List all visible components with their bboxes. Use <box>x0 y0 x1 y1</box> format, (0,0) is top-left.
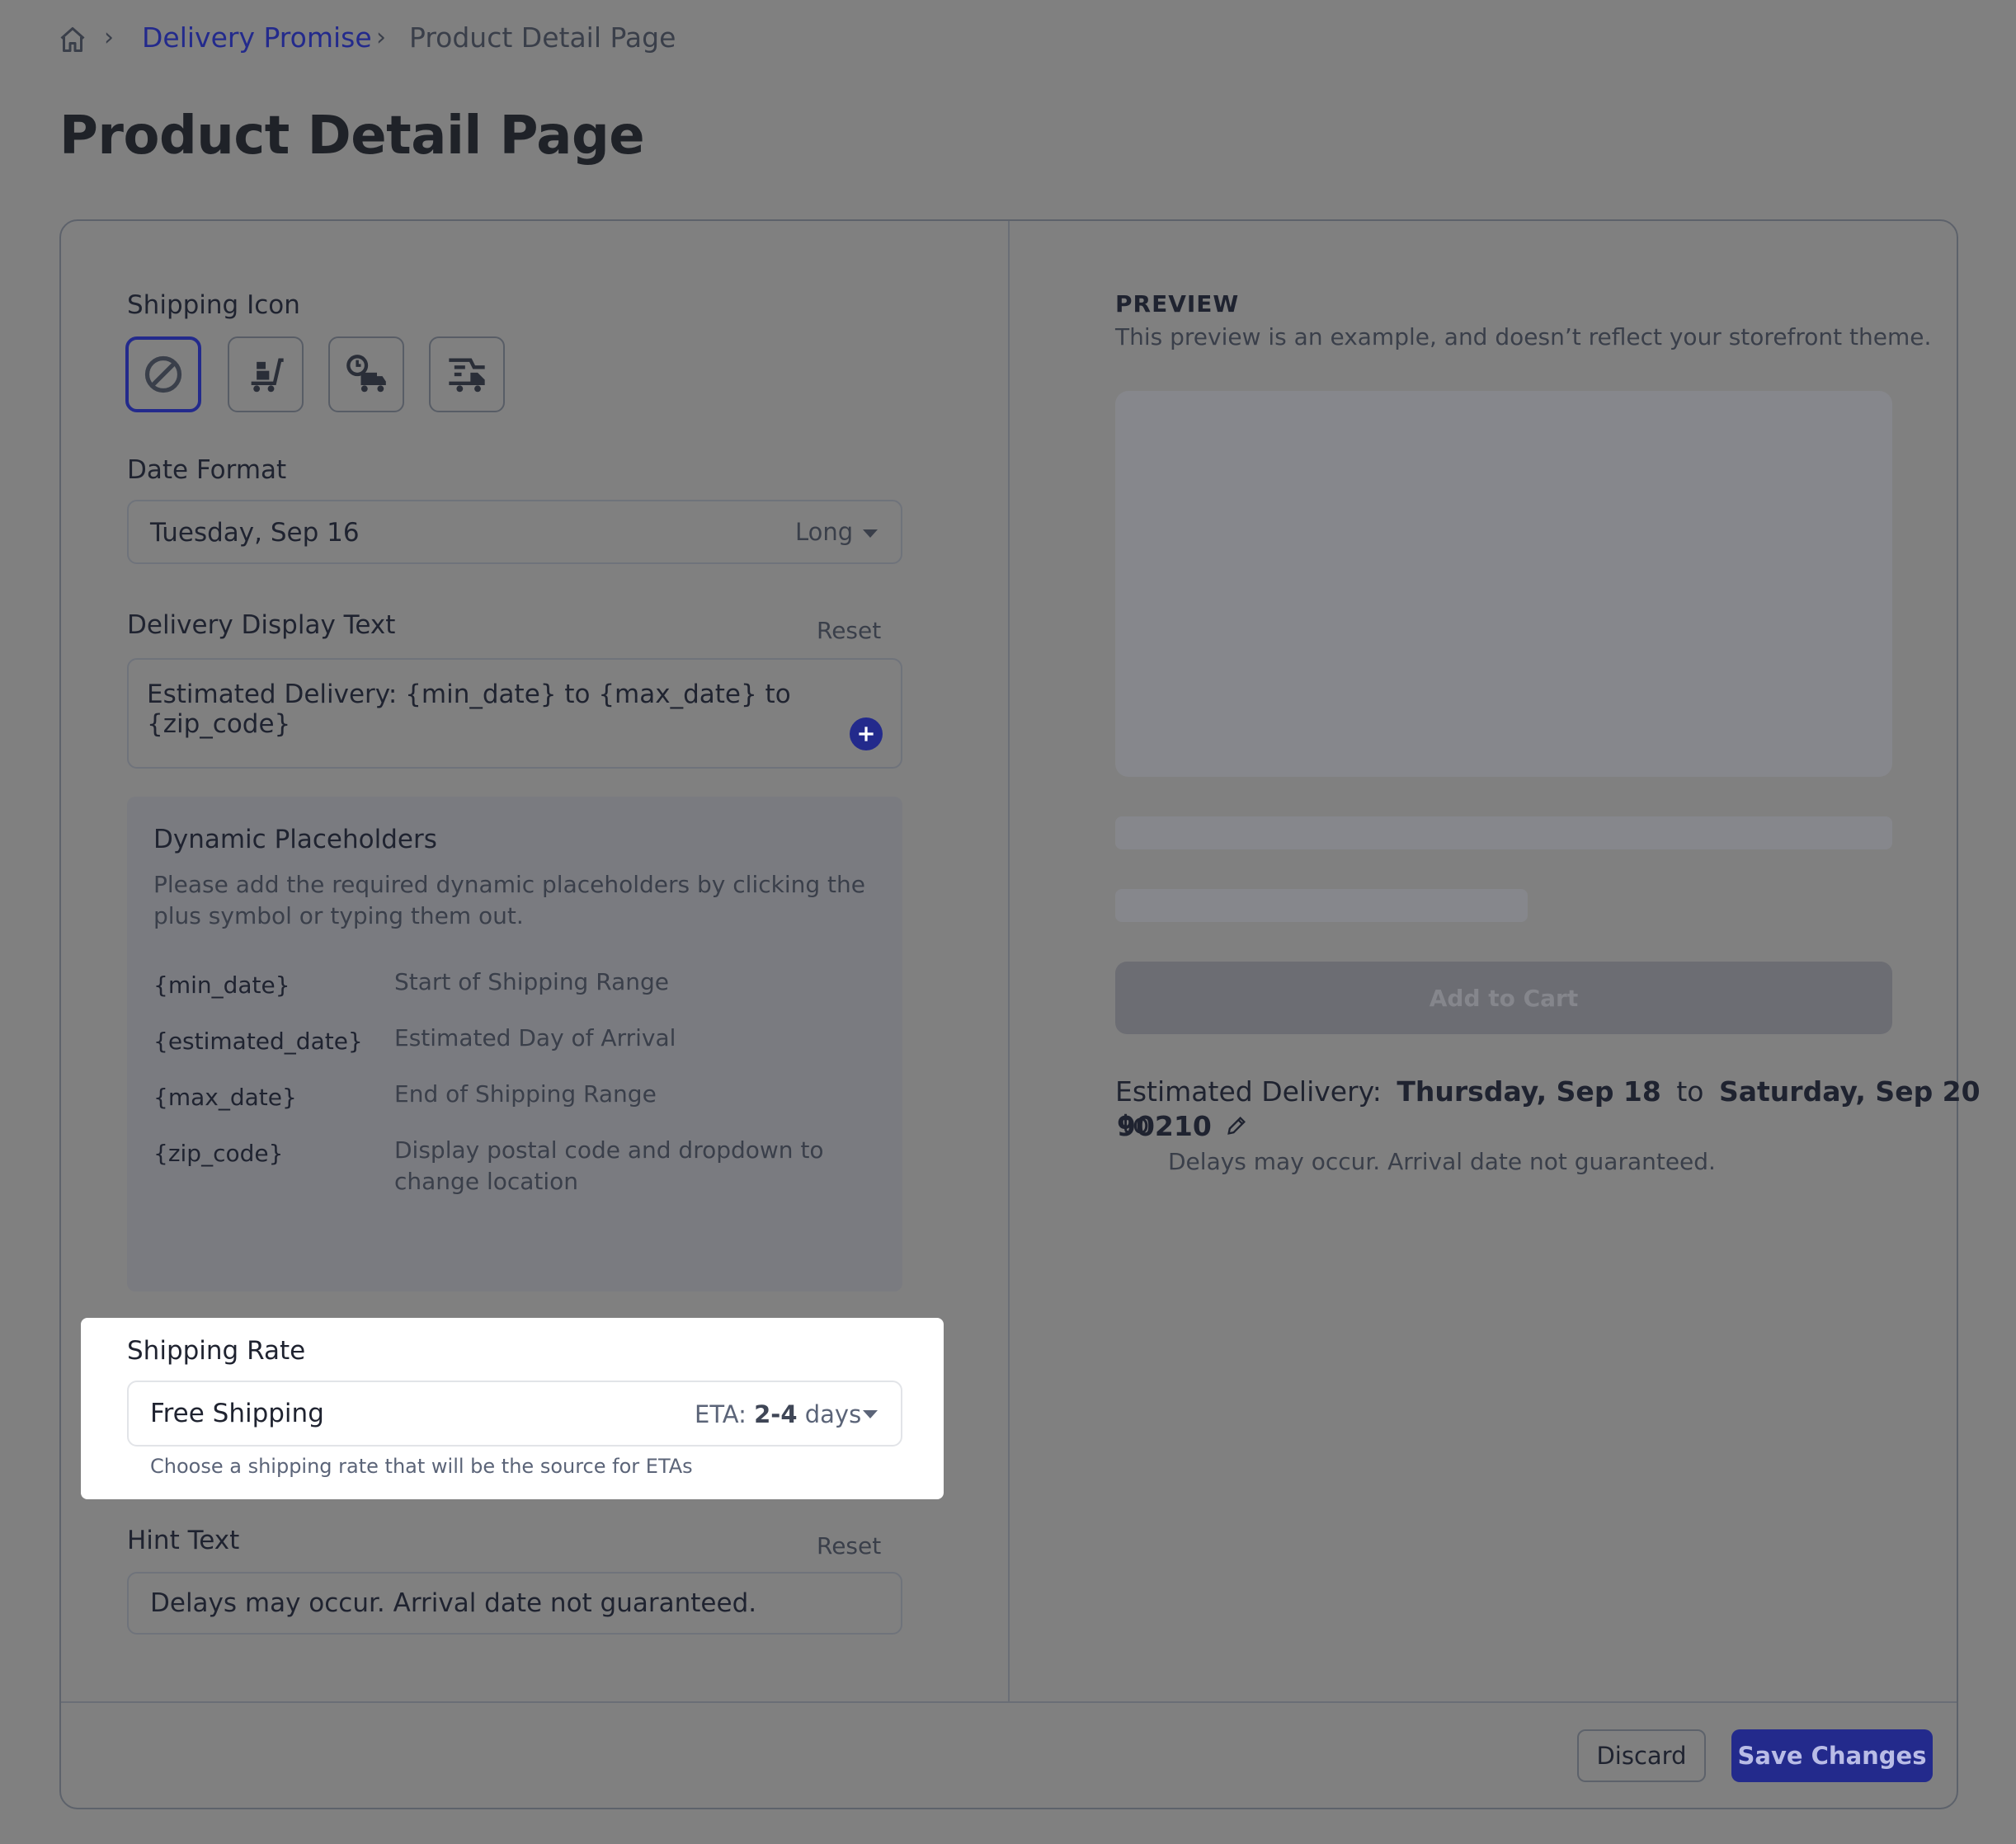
product-price-placeholder <box>1115 889 1528 922</box>
delivery-truck-icon <box>449 358 485 393</box>
breadcrumb-separator: › <box>104 23 114 52</box>
breadcrumb-link-delivery-promise[interactable]: Delivery Promise <box>142 21 372 54</box>
page-title: Product Detail Page <box>59 106 645 167</box>
hand-truck-option[interactable] <box>228 336 304 412</box>
product-title-placeholder <box>1115 816 1892 849</box>
column-divider <box>1008 221 1010 1702</box>
pencil-icon[interactable] <box>1225 1114 1248 1137</box>
add-to-cart-button[interactable]: Add to Cart <box>1115 962 1892 1034</box>
hint-text-label: Hint Text <box>127 1526 240 1555</box>
preview-subtitle: This preview is an example, and doesn’t … <box>1115 323 1932 350</box>
shipping-rate-label: Shipping Rate <box>127 1336 306 1366</box>
placeholder-desc: Estimated Day of Arrival <box>394 1024 676 1051</box>
date-format-value: Tuesday, Sep 16 <box>150 518 360 548</box>
hint-text-value: Delays may occur. Arrival date not guara… <box>150 1588 757 1618</box>
placeholder-desc: Start of Shipping Range <box>394 968 669 995</box>
delivery-text-label: Delivery Display Text <box>127 610 396 640</box>
plus-icon <box>859 727 874 741</box>
breadcrumb-current: Product Detail Page <box>409 21 676 54</box>
placeholder-key: {zip_code} <box>153 1140 284 1167</box>
shipping-rate-select[interactable]: Free Shipping ETA: 2-4 days <box>127 1381 902 1447</box>
placeholder-key: {estimated_date} <box>153 1028 363 1055</box>
breadcrumb-separator: › <box>376 23 386 52</box>
placeholders-description: Please add the required dynamic placehol… <box>153 871 865 929</box>
shipping-icon-label: Shipping Icon <box>127 290 300 320</box>
eta-prefix: ETA: <box>695 1400 747 1428</box>
placeholder-desc: Display postal code and dropdown to chan… <box>394 1136 824 1195</box>
discard-button[interactable]: Discard <box>1577 1729 1706 1782</box>
delivery-truck-option[interactable] <box>429 336 505 412</box>
hint-text-reset-button[interactable]: Reset <box>817 1532 881 1559</box>
chevron-down-icon <box>863 529 878 538</box>
delivery-text-value: Estimated Delivery: {min_date} to {max_d… <box>147 680 791 739</box>
add-placeholder-button[interactable] <box>850 717 883 750</box>
est-prefix: Estimated Delivery: <box>1115 1075 1382 1108</box>
clock-truck-option[interactable] <box>328 336 404 412</box>
product-image-placeholder <box>1115 391 1892 777</box>
eta-range: 2-4 <box>754 1400 798 1428</box>
no-icon-option[interactable] <box>125 336 201 412</box>
placeholder-desc: End of Shipping Range <box>394 1080 657 1108</box>
date-format-type: Long <box>795 518 854 546</box>
est-min-date: Thursday, Sep 18 <box>1397 1075 1661 1108</box>
preview-zip-code[interactable]: 90210 <box>1117 1110 1212 1142</box>
preview-hint: Delays may occur. Arrival date not guara… <box>1168 1148 1716 1175</box>
eta-suffix: days <box>804 1400 862 1428</box>
shipping-rate-eta: ETA: 2-4 days <box>695 1400 861 1428</box>
delivery-text-reset-button[interactable]: Reset <box>817 617 881 644</box>
date-format-select[interactable]: Tuesday, Sep 16 Long <box>127 500 902 564</box>
preview-zip-row: 90210 <box>1117 1110 1248 1142</box>
shipping-rate-help: Choose a shipping rate that will be the … <box>150 1455 693 1478</box>
est-max-date: Saturday, Sep 20 <box>1719 1075 1981 1108</box>
home-icon[interactable] <box>58 25 87 54</box>
preview-estimated-delivery: Estimated Delivery: Thursday, Sep 18 to … <box>1115 1075 2016 1140</box>
placeholder-key: {max_date} <box>153 1084 297 1111</box>
placeholders-title: Dynamic Placeholders <box>153 825 437 854</box>
dynamic-placeholders-panel: Dynamic Placeholders Please add the requ… <box>127 797 902 1291</box>
chevron-down-icon <box>863 1410 878 1418</box>
no-icon <box>144 355 182 393</box>
est-to: to <box>1676 1075 1704 1108</box>
clock-truck-icon <box>346 355 386 393</box>
shipping-rate-value: Free Shipping <box>150 1399 324 1428</box>
date-format-label: Date Format <box>127 455 287 485</box>
save-changes-button[interactable]: Save Changes <box>1731 1729 1933 1782</box>
hint-text-input[interactable]: Delays may occur. Arrival date not guara… <box>127 1572 902 1635</box>
delivery-text-input[interactable]: Estimated Delivery: {min_date} to {max_d… <box>127 658 902 769</box>
placeholder-key: {min_date} <box>153 971 290 999</box>
hand-truck-icon <box>251 358 284 393</box>
preview-title: PREVIEW <box>1115 290 1240 318</box>
footer-divider <box>61 1701 1957 1703</box>
